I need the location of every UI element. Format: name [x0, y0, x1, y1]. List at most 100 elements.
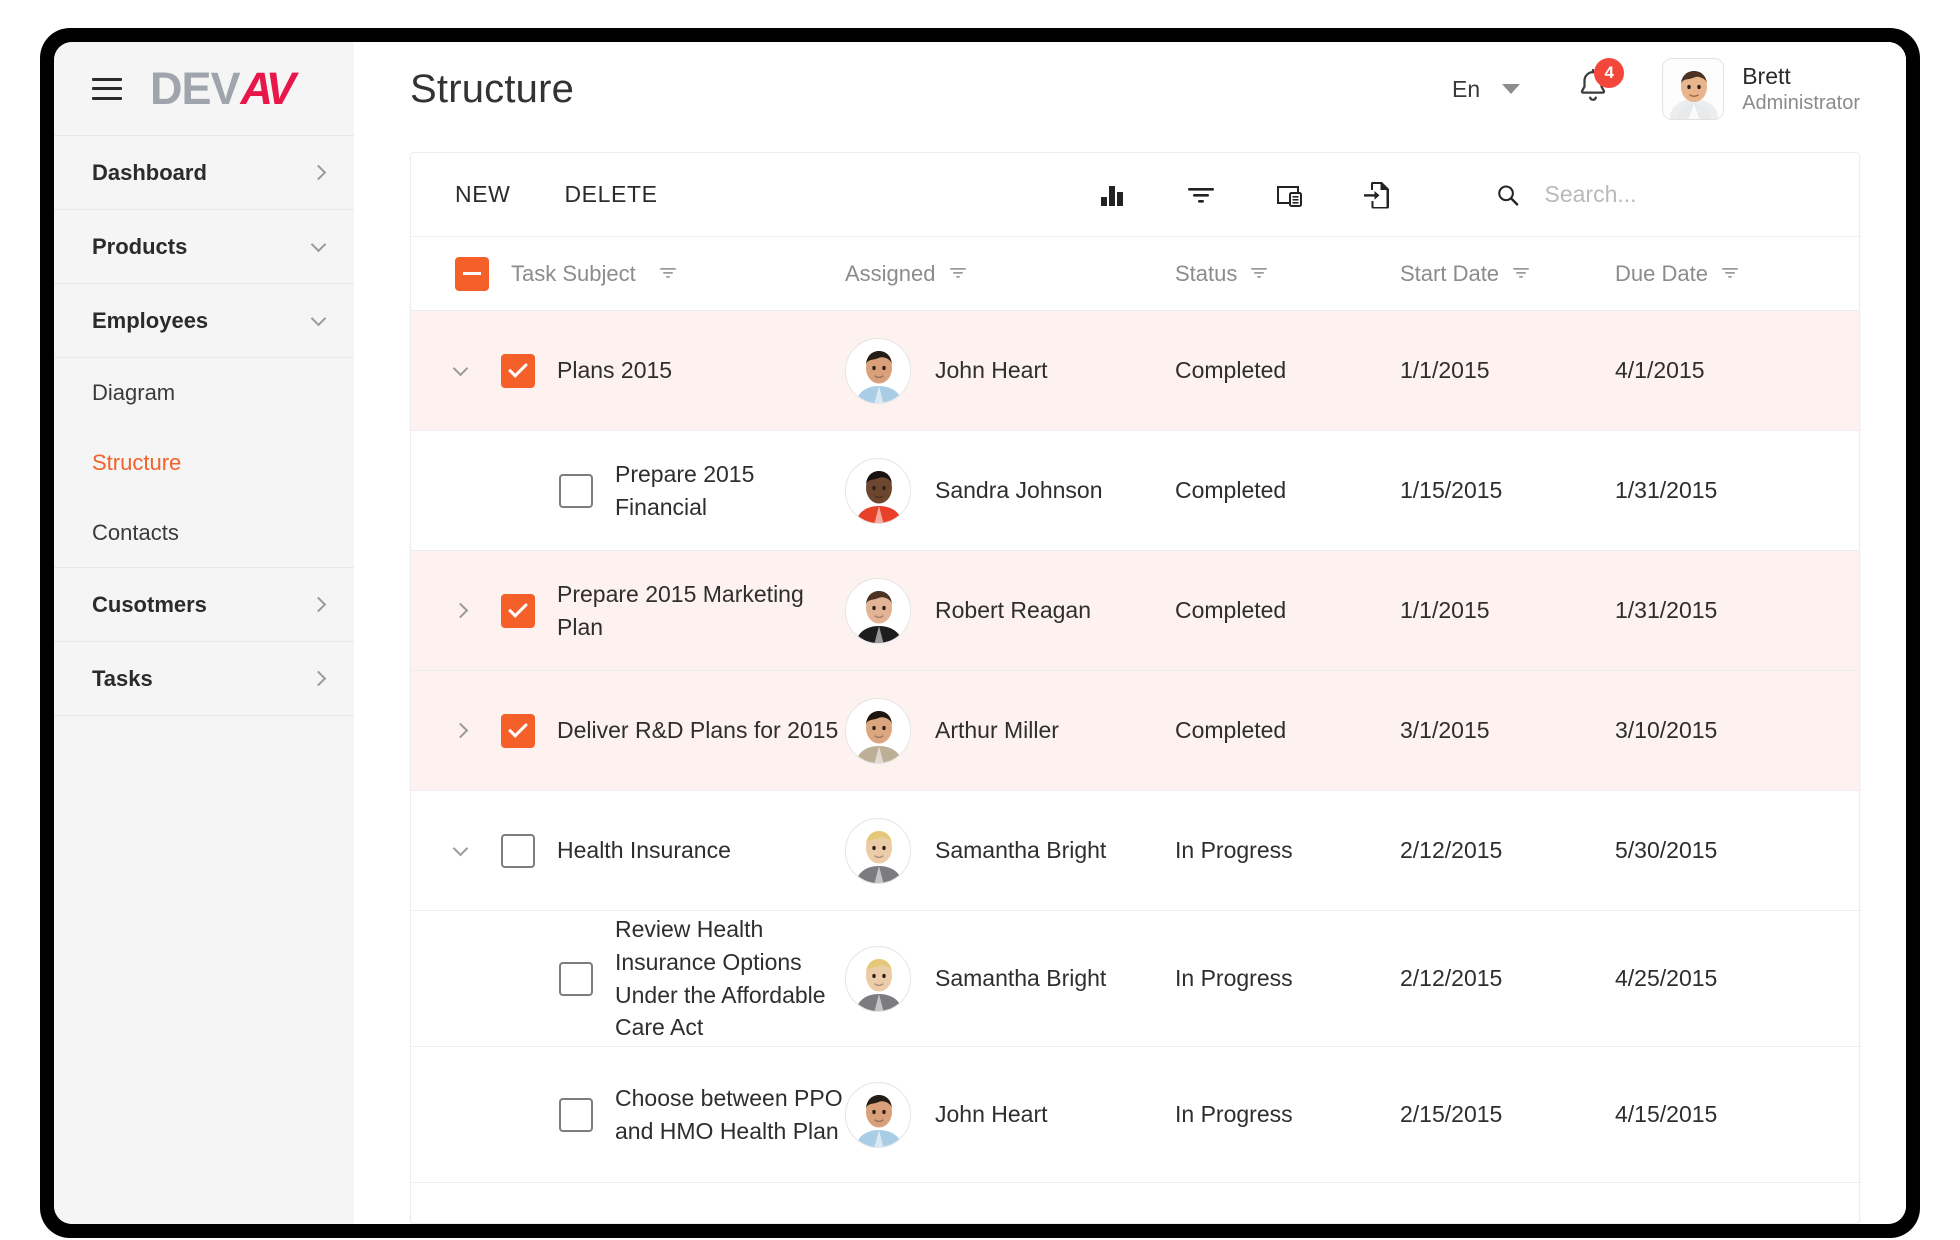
search-input[interactable]: [1544, 181, 1825, 208]
cell-start-date: 2/15/2015: [1400, 1101, 1503, 1127]
cell-due-date: 4/25/2015: [1615, 965, 1718, 991]
user-role: Administrator: [1742, 91, 1860, 114]
sidebar-item-products[interactable]: Products: [54, 210, 354, 284]
cell-assigned: Samantha Bright: [845, 945, 1175, 1012]
cell-assigned: John Heart: [845, 337, 1175, 404]
avatar-photo-icon: [847, 819, 910, 883]
notifications-button[interactable]: 4: [1576, 57, 1625, 111]
cell-task-subject: Health Insurance: [452, 833, 845, 868]
table-row[interactable]: Health Insurance Samantha Bright In Progre…: [411, 791, 1859, 911]
sidebar-item-contacts[interactable]: Contacts: [54, 498, 354, 568]
cell-start-date: 1/15/2015: [1400, 477, 1503, 503]
row-checkbox[interactable]: [559, 961, 593, 996]
column-header-task-subject[interactable]: Task Subject: [455, 256, 845, 291]
top-bar: Structure En 4 Brett Administrator: [354, 42, 1906, 136]
top-bar-right: En 4 Brett Administrator: [1452, 57, 1860, 120]
chevron-down-icon: [310, 310, 327, 326]
device-frame: DEV AV Dashboard Products Employees Diagram…: [40, 28, 1920, 1238]
assigned-name: John Heart: [935, 1101, 1048, 1127]
sidebar-item-diagram[interactable]: Diagram: [54, 358, 354, 428]
cell-assigned: John Heart: [845, 1081, 1175, 1148]
table-row[interactable]: Prepare 2015 Financial Sandra Johnson Comp…: [411, 431, 1859, 551]
row-checkbox[interactable]: [501, 353, 535, 388]
filter-icon[interactable]: [1183, 177, 1219, 213]
column-header-start-date[interactable]: Start Date: [1400, 261, 1615, 287]
sidebar-item-label: Structure: [92, 450, 182, 475]
cell-task-subject: Plans 2015: [452, 353, 845, 388]
column-chooser-icon[interactable]: [1271, 177, 1307, 213]
cell-task-subject: Deliver R&D Plans for 2015: [452, 713, 845, 748]
sidebar-item-label: Tasks: [92, 665, 153, 691]
user-menu[interactable]: Brett Administrator: [1662, 58, 1860, 120]
table-row[interactable]: Choose between PPO and HMO Health Plan Jo…: [411, 1047, 1859, 1183]
filter-icon[interactable]: [658, 261, 678, 287]
sidebar-item-employees[interactable]: Employees: [54, 284, 354, 358]
sidebar-item-structure[interactable]: Structure: [54, 428, 354, 498]
avatar-photo-icon: [847, 699, 910, 763]
expander-collapse-icon[interactable]: [452, 840, 469, 856]
cell-status: Completed: [1175, 477, 1287, 503]
table-row[interactable]: Prepare 2015 Marketing Plan Robert Reagan…: [411, 551, 1859, 671]
sidebar-item-label: Dashboard: [92, 159, 207, 185]
sidebar-item-cusotmers[interactable]: Cusotmers: [54, 568, 354, 642]
row-checkbox[interactable]: [501, 713, 535, 748]
cell-task-subject: Prepare 2015 Marketing Plan: [452, 578, 845, 643]
logo-text-av: AV: [240, 62, 296, 114]
sidebar-item-label: Cusotmers: [92, 591, 207, 617]
search-box[interactable]: [1495, 180, 1825, 210]
assigned-name: Arthur Miller: [935, 717, 1059, 743]
search-icon: [1498, 184, 1519, 206]
filter-icon[interactable]: [1249, 261, 1269, 287]
expander-expand-icon[interactable]: [452, 722, 469, 739]
select-all-checkbox[interactable]: [455, 256, 489, 291]
filter-icon[interactable]: [948, 261, 968, 287]
avatar: [845, 817, 911, 884]
language-label: En: [1452, 75, 1481, 102]
avatar: [845, 1081, 911, 1148]
column-header-label: Assigned: [845, 260, 936, 286]
cell-start-date: 2/12/2015: [1400, 965, 1503, 991]
chevron-down-icon: [1502, 84, 1521, 94]
cell-assigned: Robert Reagan: [845, 577, 1175, 644]
cell-task-subject: Choose between PPO and HMO Health Plan: [455, 1082, 845, 1147]
grid-header-row: Task Subject Assigned Status Start Date Due …: [411, 237, 1859, 311]
chart-icon[interactable]: [1095, 177, 1131, 213]
table-row[interactable]: Plans 2015 John Heart Completed 1/1/2015 4/1…: [411, 311, 1859, 431]
row-checkbox[interactable]: [559, 1097, 593, 1132]
sidebar-item-label: Products: [92, 233, 188, 259]
export-icon[interactable]: [1359, 177, 1395, 213]
row-checkbox[interactable]: [501, 833, 535, 868]
filter-icon[interactable]: [1511, 261, 1531, 287]
filter-icon[interactable]: [1720, 261, 1740, 287]
table-row[interactable]: Review Health Insurance Options Under th…: [411, 911, 1859, 1047]
column-header-status[interactable]: Status: [1175, 261, 1400, 287]
task-subject-text: Review Health Insurance Options Under th…: [615, 916, 826, 1041]
cell-status: In Progress: [1175, 1101, 1293, 1127]
hamburger-icon[interactable]: [92, 77, 122, 100]
delete-button[interactable]: DELETE: [564, 181, 657, 208]
task-subject-text: Deliver R&D Plans for 2015: [557, 717, 839, 744]
language-selector[interactable]: En: [1452, 75, 1521, 103]
chevron-right-icon: [310, 670, 327, 687]
new-button[interactable]: NEW: [455, 181, 510, 208]
expander-collapse-icon[interactable]: [452, 360, 469, 376]
sidebar-item-dashboard[interactable]: Dashboard: [54, 136, 354, 210]
sidebar-item-label: Employees: [92, 307, 209, 333]
cell-status: Completed: [1175, 357, 1287, 383]
sidebar-item-tasks[interactable]: Tasks: [54, 642, 354, 716]
table-row[interactable]: Deliver R&D Plans for 2015 Arthur Miller C…: [411, 671, 1859, 791]
column-header-assigned[interactable]: Assigned: [845, 261, 1175, 287]
expander-expand-icon[interactable]: [452, 602, 469, 619]
avatar-photo-icon: [847, 339, 910, 403]
grid-body: Plans 2015 John Heart Completed 1/1/2015 4/1…: [411, 311, 1859, 1223]
cell-start-date: 3/1/2015: [1400, 717, 1490, 743]
chevron-down-icon: [310, 236, 327, 252]
cell-assigned: Arthur Miller: [845, 697, 1175, 764]
avatar-photo-icon: [847, 1083, 910, 1147]
cell-start-date: 1/1/2015: [1400, 597, 1490, 623]
row-checkbox[interactable]: [501, 593, 535, 628]
chevron-right-icon: [310, 164, 327, 181]
user-meta: Brett Administrator: [1742, 62, 1860, 116]
row-checkbox[interactable]: [559, 473, 593, 508]
column-header-due-date[interactable]: Due Date: [1615, 261, 1825, 287]
